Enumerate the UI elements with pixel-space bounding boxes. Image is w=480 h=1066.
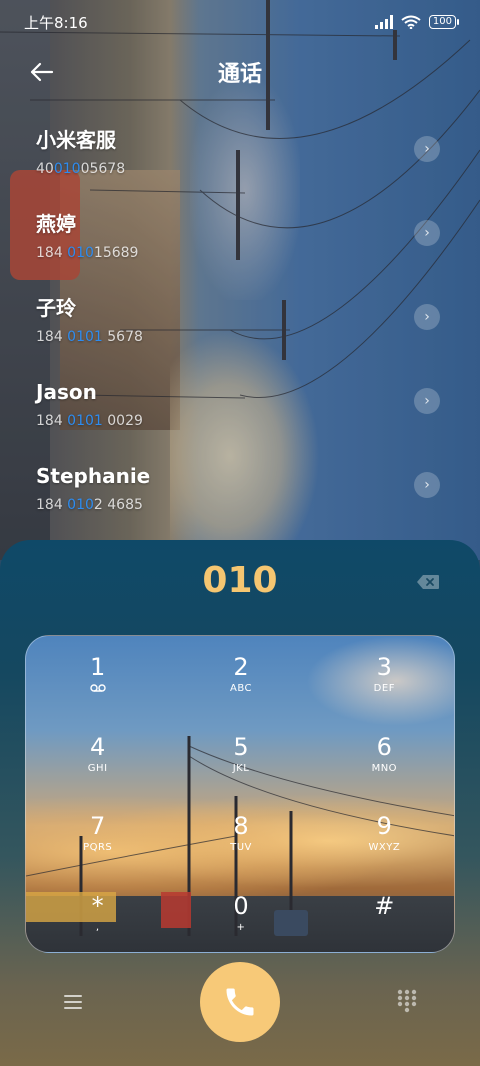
key-7[interactable]: 7 PQRS <box>26 795 169 875</box>
voicemail-icon <box>89 684 106 692</box>
battery-icon: 100 <box>428 15 460 29</box>
contact-number: 184 0102 4685 <box>36 497 143 513</box>
contact-detail-button[interactable]: › <box>414 472 440 498</box>
contact-number: 184 0101 5678 <box>36 329 143 345</box>
keypad-grid: 1 2 ABC 3 DEF 4 GHI 5 JKL 6 MNO 7 PQRS 8… <box>26 636 454 953</box>
keypad: 1 2 ABC 3 DEF 4 GHI 5 JKL 6 MNO 7 PQRS 8… <box>25 635 455 953</box>
contact-number: 4001005678 <box>36 161 126 177</box>
key-8[interactable]: 8 TUV <box>169 795 312 875</box>
contact-item[interactable]: 子玲 184 0101 5678 › <box>0 294 480 378</box>
header: 通话 <box>0 50 480 94</box>
dialpad-icon[interactable] <box>394 988 420 1014</box>
key-1[interactable]: 1 <box>26 636 169 716</box>
key-6[interactable]: 6 MNO <box>313 716 454 796</box>
page-title: 通话 <box>217 62 262 87</box>
key-9[interactable]: 9 WXYZ <box>313 795 454 875</box>
phone-icon <box>226 988 254 1016</box>
contact-detail-button[interactable]: › <box>414 304 440 330</box>
key-5[interactable]: 5 JKL <box>169 716 312 796</box>
menu-icon[interactable] <box>60 990 88 1014</box>
contact-detail-button[interactable]: › <box>414 136 440 162</box>
chevron-right-icon: › <box>424 393 430 409</box>
contact-item[interactable]: 小米客服 4001005678 › <box>0 126 480 210</box>
key-3[interactable]: 3 DEF <box>313 636 454 716</box>
signal-icon <box>374 15 393 29</box>
contact-number: 184 01015689 <box>36 245 139 261</box>
key-2[interactable]: 2 ABC <box>169 636 312 716</box>
status-bar: 上午8:16 100 <box>0 0 480 44</box>
chevron-right-icon: › <box>424 225 430 241</box>
chevron-right-icon: › <box>424 477 430 493</box>
chevron-right-icon: › <box>424 141 430 157</box>
key-4[interactable]: 4 GHI <box>26 716 169 796</box>
dialer-panel: 010 1 2 ABC 3 DEF 4 GHI 5 JKL 6 MNO 7 PQ… <box>0 540 480 1066</box>
status-icons: 100 <box>374 15 460 29</box>
contact-item[interactable]: 燕婷 184 01015689 › <box>0 210 480 294</box>
contact-detail-button[interactable]: › <box>414 388 440 414</box>
wifi-icon <box>401 15 421 29</box>
backspace-icon[interactable] <box>416 574 440 590</box>
status-time: 上午8:16 <box>24 13 88 32</box>
key-hash[interactable]: # <box>313 875 454 953</box>
key-0[interactable]: 0 + <box>169 875 312 953</box>
dialed-number[interactable]: 010 <box>0 560 480 601</box>
chevron-right-icon: › <box>424 309 430 325</box>
contact-number: 184 0101 0029 <box>36 413 143 429</box>
key-star[interactable]: * , <box>26 875 169 953</box>
contact-detail-button[interactable]: › <box>414 220 440 246</box>
call-button[interactable] <box>200 962 280 1042</box>
contact-list: 小米客服 4001005678 › 燕婷 184 01015689 › 子玲 1… <box>0 126 480 546</box>
contact-item[interactable]: Jason 184 0101 0029 › <box>0 378 480 462</box>
contact-item[interactable]: Stephanie 184 0102 4685 › <box>0 462 480 546</box>
